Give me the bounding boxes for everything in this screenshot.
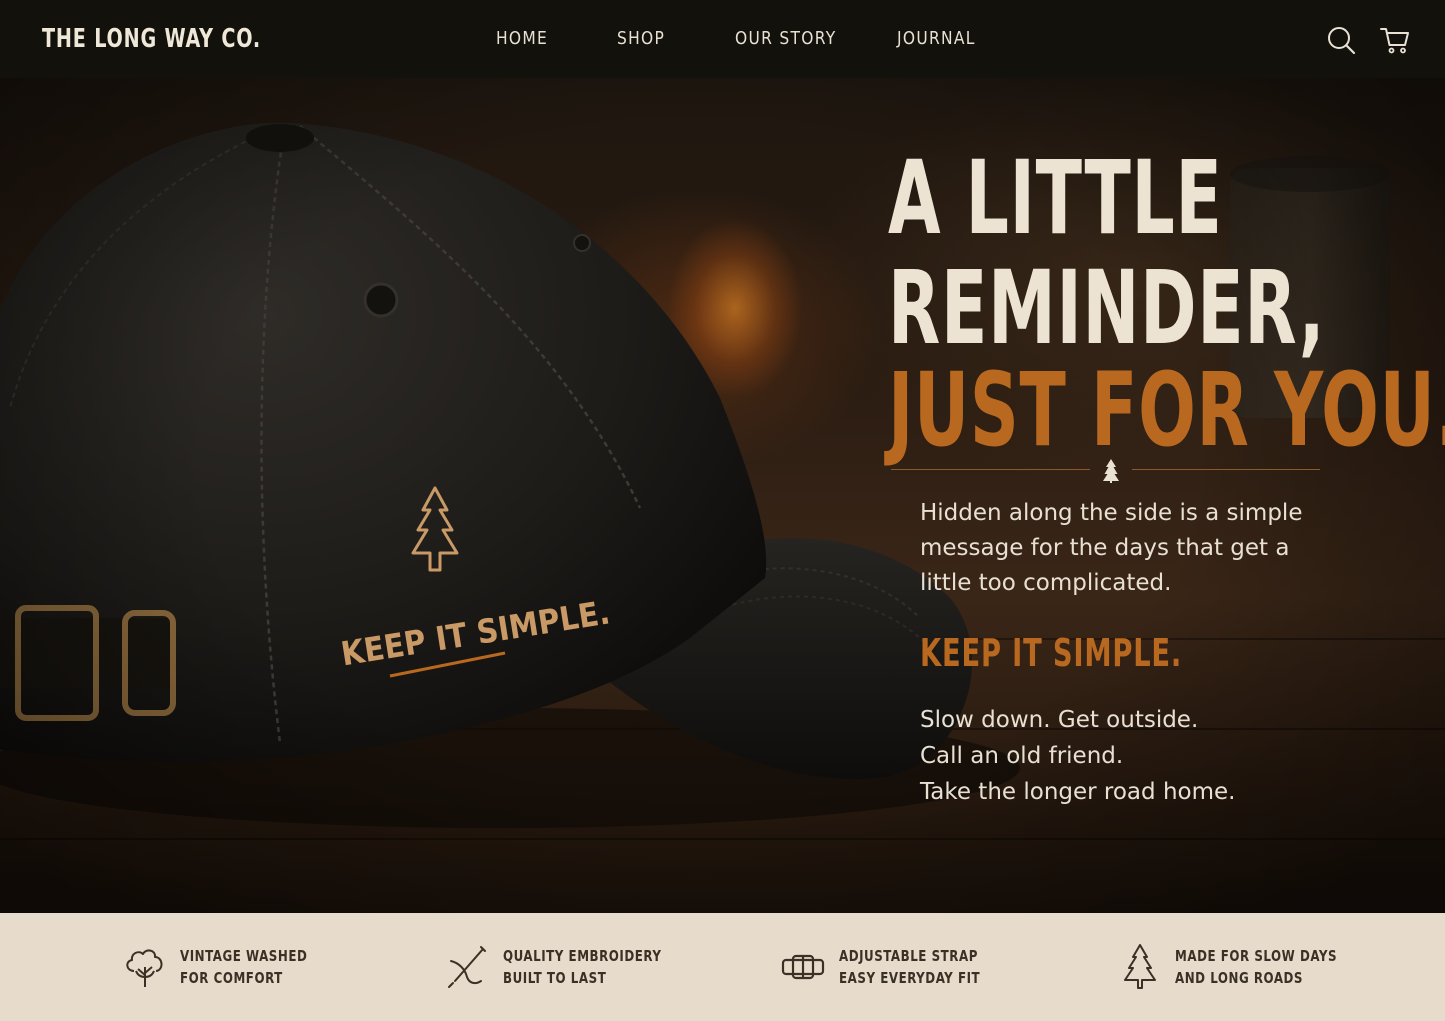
feature-line-2: FOR COMFORT [180, 969, 283, 987]
headline-line-3: JUST FOR YOU. [888, 351, 1445, 470]
pine-tree-icon [1124, 944, 1156, 989]
nav-our-story[interactable]: OUR STORY [735, 28, 836, 49]
feature-line-1: QUALITY EMBROIDERY [503, 947, 662, 965]
feature-line-2: AND LONG ROADS [1175, 969, 1304, 987]
needle-icon [448, 946, 486, 988]
hero-subhead: KEEP IT SIMPLE. [920, 631, 1183, 675]
hero-line: Slow down. Get outside. [920, 707, 1199, 733]
divider-right [1132, 469, 1320, 470]
feature-line-1: MADE FOR SLOW DAYS [1175, 947, 1338, 965]
main-nav: HOME SHOP OUR STORY JOURNAL [0, 28, 1445, 54]
hero-paragraph: Hidden along the side is a simple messag… [920, 500, 1303, 596]
nav-home[interactable]: HOME [496, 28, 548, 49]
tree-divider-icon [1103, 459, 1119, 483]
hero-section: KEEP IT SIMPLE. A LITTLE REMINDER, JUST … [0, 78, 1445, 913]
feature-line-2: EASY EVERYDAY FIT [839, 969, 981, 987]
strap-icon [781, 954, 825, 980]
features-bar: VINTAGE WASHED FOR COMFORT QUALITY EMBRO… [0, 913, 1445, 1021]
divider-left [891, 469, 1090, 470]
headline-line-2: REMINDER, [888, 249, 1326, 368]
feature-line-2: BUILT TO LAST [503, 969, 607, 987]
hero-lines: Slow down. Get outside. Call an old frie… [920, 702, 1235, 810]
search-icon[interactable] [1325, 24, 1357, 56]
hero-line: Take the longer road home. [920, 779, 1236, 805]
nav-shop[interactable]: SHOP [617, 28, 665, 49]
headline-line-1: A LITTLE [888, 139, 1223, 258]
feature-line-1: VINTAGE WASHED [180, 947, 308, 965]
hero-line: Call an old friend. [920, 743, 1124, 769]
feature-line-1: ADJUSTABLE STRAP [839, 947, 978, 965]
site-header: THE LONG WAY CO. HOME SHOP OUR STORY JOU… [0, 0, 1445, 78]
cotton-icon [126, 949, 163, 987]
cart-icon[interactable] [1379, 24, 1411, 56]
nav-journal[interactable]: JOURNAL [897, 28, 976, 49]
